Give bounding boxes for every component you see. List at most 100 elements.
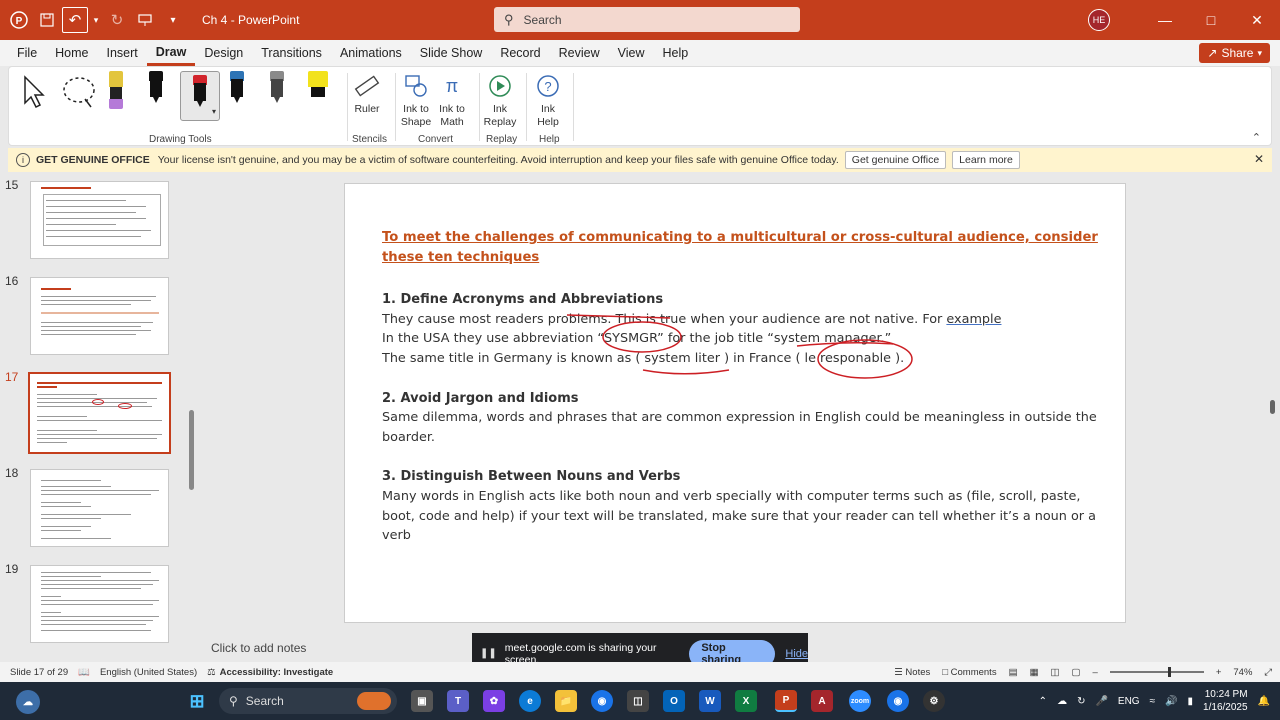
close-window-button[interactable]: ✕	[1234, 0, 1280, 40]
zoom-slider[interactable]	[1109, 667, 1204, 677]
slide-text-box[interactable]: To meet the challenges of communicating …	[382, 228, 1102, 566]
pen-blue[interactable]	[228, 71, 246, 103]
scrollbar-thumb[interactable]	[1270, 400, 1275, 414]
zoom-out-button[interactable]: –	[1093, 667, 1098, 678]
cloud-icon[interactable]: ☁	[1057, 696, 1067, 707]
store-icon[interactable]: ◫	[627, 690, 649, 712]
maximize-button[interactable]: □	[1188, 0, 1234, 40]
volume-icon[interactable]: 🔊	[1165, 696, 1177, 707]
slide-sorter-icon[interactable]: ▦	[1030, 667, 1039, 678]
present-icon[interactable]	[132, 7, 158, 33]
tab-record[interactable]: Record	[491, 40, 549, 66]
task-view-icon[interactable]: ▣	[411, 690, 433, 712]
select-tool[interactable]	[21, 75, 49, 109]
tab-home[interactable]: Home	[46, 40, 97, 66]
ink-to-math-button[interactable]: π Ink to Math	[437, 71, 467, 129]
search-box[interactable]: ⚲ Search	[494, 7, 800, 32]
slide-thumbnail-18[interactable]	[30, 469, 169, 547]
tab-review[interactable]: Review	[550, 40, 609, 66]
wifi-icon[interactable]: ≈	[1150, 696, 1156, 707]
ink-to-shape-button[interactable]: Ink to Shape	[399, 71, 433, 129]
ink-to-shape-icon	[401, 71, 431, 101]
tab-slide-show[interactable]: Slide Show	[411, 40, 492, 66]
chrome-icon[interactable]: ◉	[591, 690, 613, 712]
highlighter-yellow[interactable]	[306, 71, 330, 103]
zoom-slider-knob[interactable]	[1167, 667, 1171, 677]
tab-transitions[interactable]: Transitions	[252, 40, 331, 66]
pen-black[interactable]	[147, 71, 165, 103]
current-slide[interactable]: To meet the challenges of communicating …	[344, 183, 1126, 623]
outlook-icon[interactable]: O	[663, 690, 685, 712]
ink-help-button[interactable]: ? Ink Help	[534, 71, 562, 129]
pencil-gray[interactable]	[268, 71, 286, 103]
slide-thumbnail-16[interactable]	[30, 277, 169, 355]
notice-heading: GET GENUINE OFFICE	[36, 154, 150, 166]
ink-replay-button[interactable]: Ink Replay	[483, 71, 517, 129]
widgets-icon[interactable]: ☁	[16, 690, 40, 714]
pen-red-selected[interactable]: ▾	[180, 71, 220, 121]
zoom-level[interactable]: 74%	[1233, 667, 1252, 678]
notes-toggle[interactable]: ☰ Notes	[894, 667, 930, 678]
lasso-select-tool[interactable]	[61, 75, 97, 109]
tab-animations[interactable]: Animations	[331, 40, 411, 66]
copilot-icon[interactable]: ✿	[483, 690, 505, 712]
accessibility-status[interactable]: ⚖ Accessibility: Investigate	[207, 667, 333, 678]
powerpoint-taskbar-icon[interactable]: P	[775, 690, 797, 712]
settings-icon[interactable]: ⚙	[923, 690, 945, 712]
highlighter-purple[interactable]	[107, 71, 125, 111]
fit-to-window-icon[interactable]: ⤢	[1264, 667, 1272, 678]
windows-start-icon[interactable]: ⊞	[186, 690, 208, 712]
normal-view-icon[interactable]: ▤	[1009, 667, 1018, 678]
hide-button[interactable]: Hide	[785, 648, 808, 660]
tab-design[interactable]: Design	[195, 40, 252, 66]
minimize-button[interactable]: —	[1142, 0, 1188, 40]
tab-draw[interactable]: Draw	[146, 40, 196, 66]
slide-title[interactable]: To meet the challenges of communicating …	[382, 228, 1102, 267]
replay-icon	[485, 71, 515, 101]
undo-icon[interactable]: ↶	[62, 7, 88, 33]
word-icon[interactable]: W	[699, 690, 721, 712]
slide-thumbnail-15[interactable]	[30, 181, 169, 259]
language-status[interactable]: English (United States)	[100, 667, 197, 678]
tab-help[interactable]: Help	[654, 40, 698, 66]
slide-thumbnail-17-active[interactable]	[28, 372, 171, 454]
comments-toggle[interactable]: □ Comments	[942, 667, 996, 678]
zoom-app-icon[interactable]: zoom	[849, 690, 871, 712]
excel-icon[interactable]: X	[735, 690, 757, 712]
reading-view-icon[interactable]: ◫	[1051, 667, 1060, 678]
slide-thumbnail-19[interactable]	[30, 565, 169, 643]
notification-bell-icon[interactable]: 🔔	[1258, 696, 1270, 707]
slide-scrollbar[interactable]	[1268, 182, 1278, 622]
close-icon[interactable]: ✕	[1254, 152, 1264, 166]
battery-icon[interactable]: ▮	[1188, 696, 1194, 707]
redo-icon[interactable]: ↻	[104, 7, 130, 33]
clock[interactable]: 10:24 PM 1/16/2025	[1203, 688, 1248, 714]
tab-view[interactable]: View	[609, 40, 654, 66]
chrome-profile-icon[interactable]: ◉	[887, 690, 909, 712]
sync-icon[interactable]: ↻	[1077, 696, 1085, 707]
user-avatar[interactable]: HE	[1088, 9, 1110, 31]
teams-icon[interactable]: T	[447, 690, 469, 712]
file-explorer-icon[interactable]: 📁	[555, 690, 577, 712]
spellcheck-icon[interactable]: 📖	[78, 667, 90, 678]
chevron-up-icon[interactable]: ⌃	[1039, 696, 1047, 707]
get-genuine-office-button[interactable]: Get genuine Office	[844, 151, 947, 169]
slideshow-view-icon[interactable]: ▢	[1072, 667, 1081, 678]
tab-file[interactable]: File	[8, 40, 46, 66]
learn-more-button[interactable]: Learn more	[952, 151, 1020, 169]
save-icon[interactable]	[34, 7, 60, 33]
ruler-button[interactable]: Ruler	[352, 71, 382, 116]
taskbar-search[interactable]: ⚲ Search	[219, 688, 397, 714]
undo-dropdown-icon[interactable]: ▾	[90, 7, 102, 33]
share-button[interactable]: ↗ Share ▾	[1199, 43, 1270, 63]
scrollbar-thumb[interactable]	[189, 410, 194, 490]
customize-toolbar-icon[interactable]: ▾	[160, 7, 186, 33]
edge-icon[interactable]: e	[519, 690, 541, 712]
access-icon[interactable]: A	[811, 690, 833, 712]
zoom-in-button[interactable]: +	[1216, 667, 1222, 678]
tab-insert[interactable]: Insert	[98, 40, 147, 66]
thumbnail-scrollbar[interactable]	[189, 182, 194, 652]
language-indicator[interactable]: ENG	[1118, 696, 1140, 707]
microphone-icon[interactable]: 🎤	[1095, 696, 1107, 707]
collapse-ribbon-icon[interactable]: ⌃	[1252, 131, 1261, 144]
